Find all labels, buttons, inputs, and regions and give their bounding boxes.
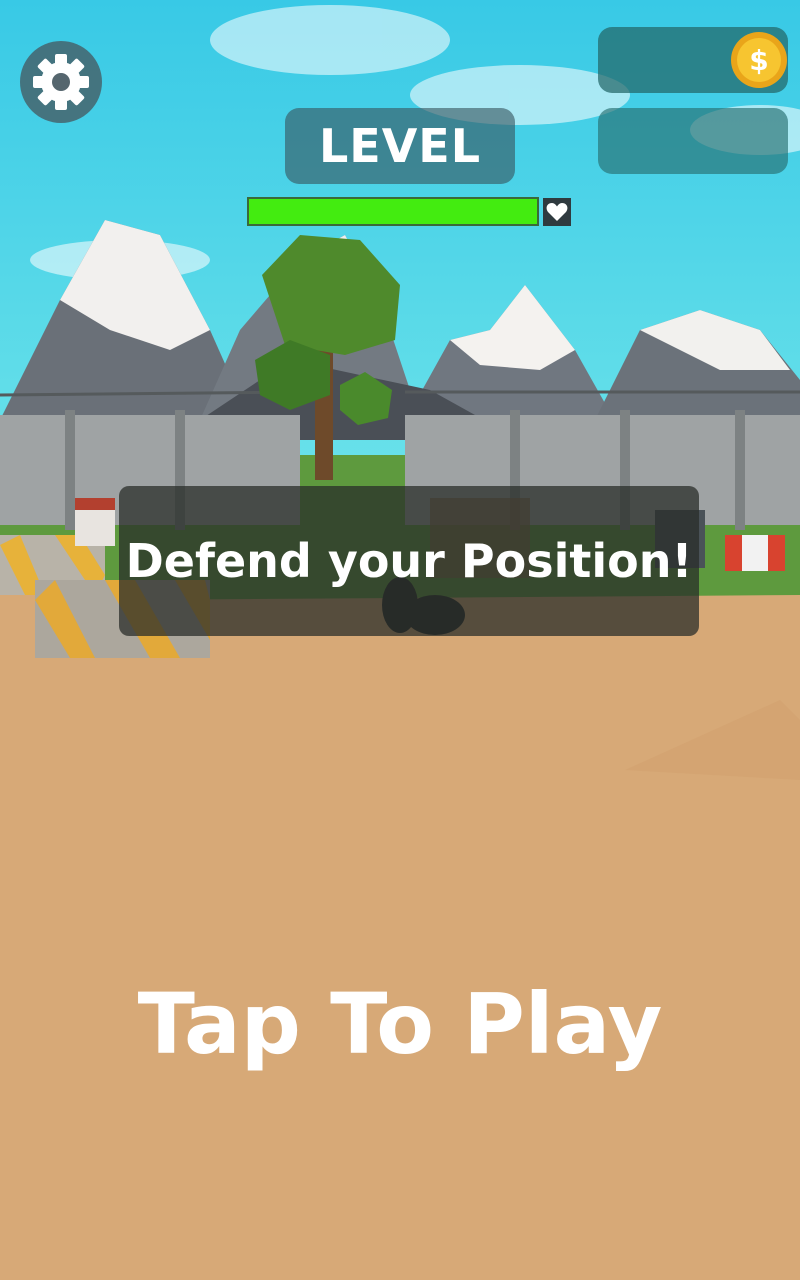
heart-icon: [543, 198, 571, 226]
objective-text: Defend your Position!: [125, 534, 693, 588]
level-text: LEVEL: [318, 119, 482, 173]
coin-symbol: $: [749, 44, 768, 77]
supply-crate-red: [725, 535, 785, 571]
health-bar-fill: [249, 199, 537, 224]
level-label: LEVEL: [285, 108, 515, 184]
coin-counter: $: [598, 27, 788, 93]
sand-ground: [0, 590, 800, 1280]
gem-counter: [598, 108, 788, 174]
barrel-red: [75, 498, 115, 546]
objective-message: Defend your Position!: [119, 486, 699, 636]
health-bar: [247, 197, 539, 226]
tap-to-play-prompt[interactable]: Tap To Play: [0, 975, 800, 1073]
game-scene[interactable]: [0, 0, 800, 1280]
gear-icon: [33, 54, 89, 110]
coin-icon: $: [731, 32, 787, 88]
settings-button[interactable]: [20, 41, 102, 123]
